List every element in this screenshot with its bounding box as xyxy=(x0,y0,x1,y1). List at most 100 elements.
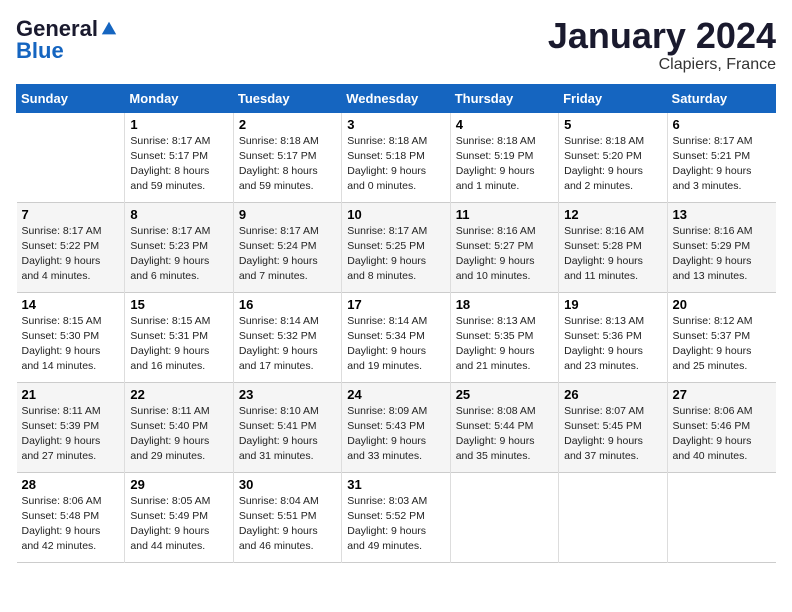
day-info: Sunrise: 8:06 AMSunset: 5:46 PMDaylight:… xyxy=(673,404,771,465)
calendar-week-row: 21 Sunrise: 8:11 AMSunset: 5:39 PMDayligh… xyxy=(17,382,776,472)
day-number: 5 xyxy=(564,117,661,132)
day-info: Sunrise: 8:16 AMSunset: 5:27 PMDaylight:… xyxy=(456,224,553,285)
day-info: Sunrise: 8:14 AMSunset: 5:32 PMDaylight:… xyxy=(239,314,336,375)
day-info: Sunrise: 8:13 AMSunset: 5:36 PMDaylight:… xyxy=(564,314,661,375)
day-info: Sunrise: 8:18 AMSunset: 5:18 PMDaylight:… xyxy=(347,134,444,195)
day-info: Sunrise: 8:14 AMSunset: 5:34 PMDaylight:… xyxy=(347,314,444,375)
calendar-cell: 23 Sunrise: 8:10 AMSunset: 5:41 PMDayligh… xyxy=(233,382,341,472)
calendar-cell: 8 Sunrise: 8:17 AMSunset: 5:23 PMDaylight… xyxy=(125,202,233,292)
title-block: January 2024 Clapiers, France xyxy=(548,16,776,74)
day-number: 18 xyxy=(456,297,553,312)
day-number: 29 xyxy=(130,477,227,492)
calendar-cell: 7Sunrise: 8:17 AMSunset: 5:22 PMDaylight… xyxy=(17,202,125,292)
day-number: 4 xyxy=(456,117,553,132)
day-number: 28 xyxy=(22,477,120,492)
calendar-cell: 26 Sunrise: 8:07 AMSunset: 5:45 PMDayligh… xyxy=(559,382,667,472)
calendar-cell: 13 Sunrise: 8:16 AMSunset: 5:29 PMDayligh… xyxy=(667,202,775,292)
day-info: Sunrise: 8:12 AMSunset: 5:37 PMDaylight:… xyxy=(673,314,771,375)
calendar-cell: 22 Sunrise: 8:11 AMSunset: 5:40 PMDayligh… xyxy=(125,382,233,472)
calendar-title: January 2024 xyxy=(548,16,776,56)
calendar-cell: 27 Sunrise: 8:06 AMSunset: 5:46 PMDayligh… xyxy=(667,382,775,472)
calendar-cell: 12Sunrise: 8:16 AMSunset: 5:28 PMDayligh… xyxy=(559,202,667,292)
day-number: 27 xyxy=(673,387,771,402)
calendar-cell: 21 Sunrise: 8:11 AMSunset: 5:39 PMDayligh… xyxy=(17,382,125,472)
day-info: Sunrise: 8:13 AMSunset: 5:35 PMDaylight:… xyxy=(456,314,553,375)
day-info: Sunrise: 8:11 AMSunset: 5:39 PMDaylight:… xyxy=(22,404,120,465)
day-info: Sunrise: 8:18 AMSunset: 5:17 PMDaylight:… xyxy=(239,134,336,195)
day-number: 1 xyxy=(130,117,227,132)
calendar-cell xyxy=(450,472,558,562)
calendar-cell: 19 Sunrise: 8:13 AMSunset: 5:36 PMDayligh… xyxy=(559,292,667,382)
day-number: 8 xyxy=(130,207,227,222)
day-number: 30 xyxy=(239,477,336,492)
calendar-table: SundayMondayTuesdayWednesdayThursdayFrid… xyxy=(16,84,776,563)
header-cell: Thursday xyxy=(450,84,558,112)
calendar-cell: 5 Sunrise: 8:18 AMSunset: 5:20 PMDaylight… xyxy=(559,112,667,202)
calendar-cell: 4 Sunrise: 8:18 AMSunset: 5:19 PMDaylight… xyxy=(450,112,558,202)
day-info: Sunrise: 8:04 AMSunset: 5:51 PMDaylight:… xyxy=(239,494,336,555)
header-cell: Wednesday xyxy=(342,84,450,112)
day-info: Sunrise: 8:18 AMSunset: 5:19 PMDaylight:… xyxy=(456,134,553,195)
header-cell: Tuesday xyxy=(233,84,341,112)
day-info: Sunrise: 8:08 AMSunset: 5:44 PMDaylight:… xyxy=(456,404,553,465)
page-header: General Blue January 2024 Clapiers, Fran… xyxy=(16,16,776,74)
day-info: Sunrise: 8:17 AMSunset: 5:22 PMDaylight:… xyxy=(22,224,120,285)
calendar-cell: 3Sunrise: 8:18 AMSunset: 5:18 PMDaylight… xyxy=(342,112,450,202)
calendar-cell: 15Sunrise: 8:15 AMSunset: 5:31 PMDayligh… xyxy=(125,292,233,382)
day-number: 20 xyxy=(673,297,771,312)
day-number: 10 xyxy=(347,207,444,222)
calendar-cell: 11 Sunrise: 8:16 AMSunset: 5:27 PMDayligh… xyxy=(450,202,558,292)
day-info: Sunrise: 8:06 AMSunset: 5:48 PMDaylight:… xyxy=(22,494,120,555)
day-number: 26 xyxy=(564,387,661,402)
day-number: 13 xyxy=(673,207,771,222)
header-cell: Friday xyxy=(559,84,667,112)
day-info: Sunrise: 8:09 AMSunset: 5:43 PMDaylight:… xyxy=(347,404,444,465)
day-number: 19 xyxy=(564,297,661,312)
day-number: 17 xyxy=(347,297,444,312)
calendar-cell: 2Sunrise: 8:18 AMSunset: 5:17 PMDaylight… xyxy=(233,112,341,202)
day-number: 12 xyxy=(564,207,661,222)
day-info: Sunrise: 8:05 AMSunset: 5:49 PMDaylight:… xyxy=(130,494,227,555)
day-number: 9 xyxy=(239,207,336,222)
calendar-cell: 1Sunrise: 8:17 AMSunset: 5:17 PMDaylight… xyxy=(125,112,233,202)
calendar-week-row: 7Sunrise: 8:17 AMSunset: 5:22 PMDaylight… xyxy=(17,202,776,292)
calendar-cell: 28 Sunrise: 8:06 AMSunset: 5:48 PMDayligh… xyxy=(17,472,125,562)
day-number: 14 xyxy=(22,297,120,312)
header-cell: Saturday xyxy=(667,84,775,112)
calendar-cell: 10 Sunrise: 8:17 AMSunset: 5:25 PMDayligh… xyxy=(342,202,450,292)
day-number: 23 xyxy=(239,387,336,402)
calendar-cell: 18 Sunrise: 8:13 AMSunset: 5:35 PMDayligh… xyxy=(450,292,558,382)
calendar-subtitle: Clapiers, France xyxy=(548,56,776,74)
calendar-cell: 25Sunrise: 8:08 AMSunset: 5:44 PMDayligh… xyxy=(450,382,558,472)
calendar-cell: 14Sunrise: 8:15 AMSunset: 5:30 PMDayligh… xyxy=(17,292,125,382)
day-info: Sunrise: 8:15 AMSunset: 5:31 PMDaylight:… xyxy=(130,314,227,375)
day-number: 16 xyxy=(239,297,336,312)
logo-blue: Blue xyxy=(16,38,64,64)
day-info: Sunrise: 8:11 AMSunset: 5:40 PMDaylight:… xyxy=(130,404,227,465)
day-info: Sunrise: 8:03 AMSunset: 5:52 PMDaylight:… xyxy=(347,494,444,555)
calendar-week-row: 28 Sunrise: 8:06 AMSunset: 5:48 PMDayligh… xyxy=(17,472,776,562)
day-info: Sunrise: 8:18 AMSunset: 5:20 PMDaylight:… xyxy=(564,134,661,195)
calendar-cell: 30 Sunrise: 8:04 AMSunset: 5:51 PMDayligh… xyxy=(233,472,341,562)
calendar-cell xyxy=(667,472,775,562)
day-number: 22 xyxy=(130,387,227,402)
calendar-cell xyxy=(17,112,125,202)
day-info: Sunrise: 8:07 AMSunset: 5:45 PMDaylight:… xyxy=(564,404,661,465)
calendar-cell: 24 Sunrise: 8:09 AMSunset: 5:43 PMDayligh… xyxy=(342,382,450,472)
day-info: Sunrise: 8:17 AMSunset: 5:23 PMDaylight:… xyxy=(130,224,227,285)
day-number: 24 xyxy=(347,387,444,402)
day-number: 21 xyxy=(22,387,120,402)
header-row: SundayMondayTuesdayWednesdayThursdayFrid… xyxy=(17,84,776,112)
day-info: Sunrise: 8:16 AMSunset: 5:29 PMDaylight:… xyxy=(673,224,771,285)
day-number: 6 xyxy=(673,117,771,132)
day-number: 11 xyxy=(456,207,553,222)
calendar-cell: 29 Sunrise: 8:05 AMSunset: 5:49 PMDayligh… xyxy=(125,472,233,562)
day-info: Sunrise: 8:10 AMSunset: 5:41 PMDaylight:… xyxy=(239,404,336,465)
calendar-cell: 20 Sunrise: 8:12 AMSunset: 5:37 PMDayligh… xyxy=(667,292,775,382)
calendar-cell: 9Sunrise: 8:17 AMSunset: 5:24 PMDaylight… xyxy=(233,202,341,292)
logo: General Blue xyxy=(16,16,118,64)
header-cell: Sunday xyxy=(17,84,125,112)
calendar-cell: 6Sunrise: 8:17 AMSunset: 5:21 PMDaylight… xyxy=(667,112,775,202)
calendar-week-row: 1Sunrise: 8:17 AMSunset: 5:17 PMDaylight… xyxy=(17,112,776,202)
day-info: Sunrise: 8:17 AMSunset: 5:25 PMDaylight:… xyxy=(347,224,444,285)
